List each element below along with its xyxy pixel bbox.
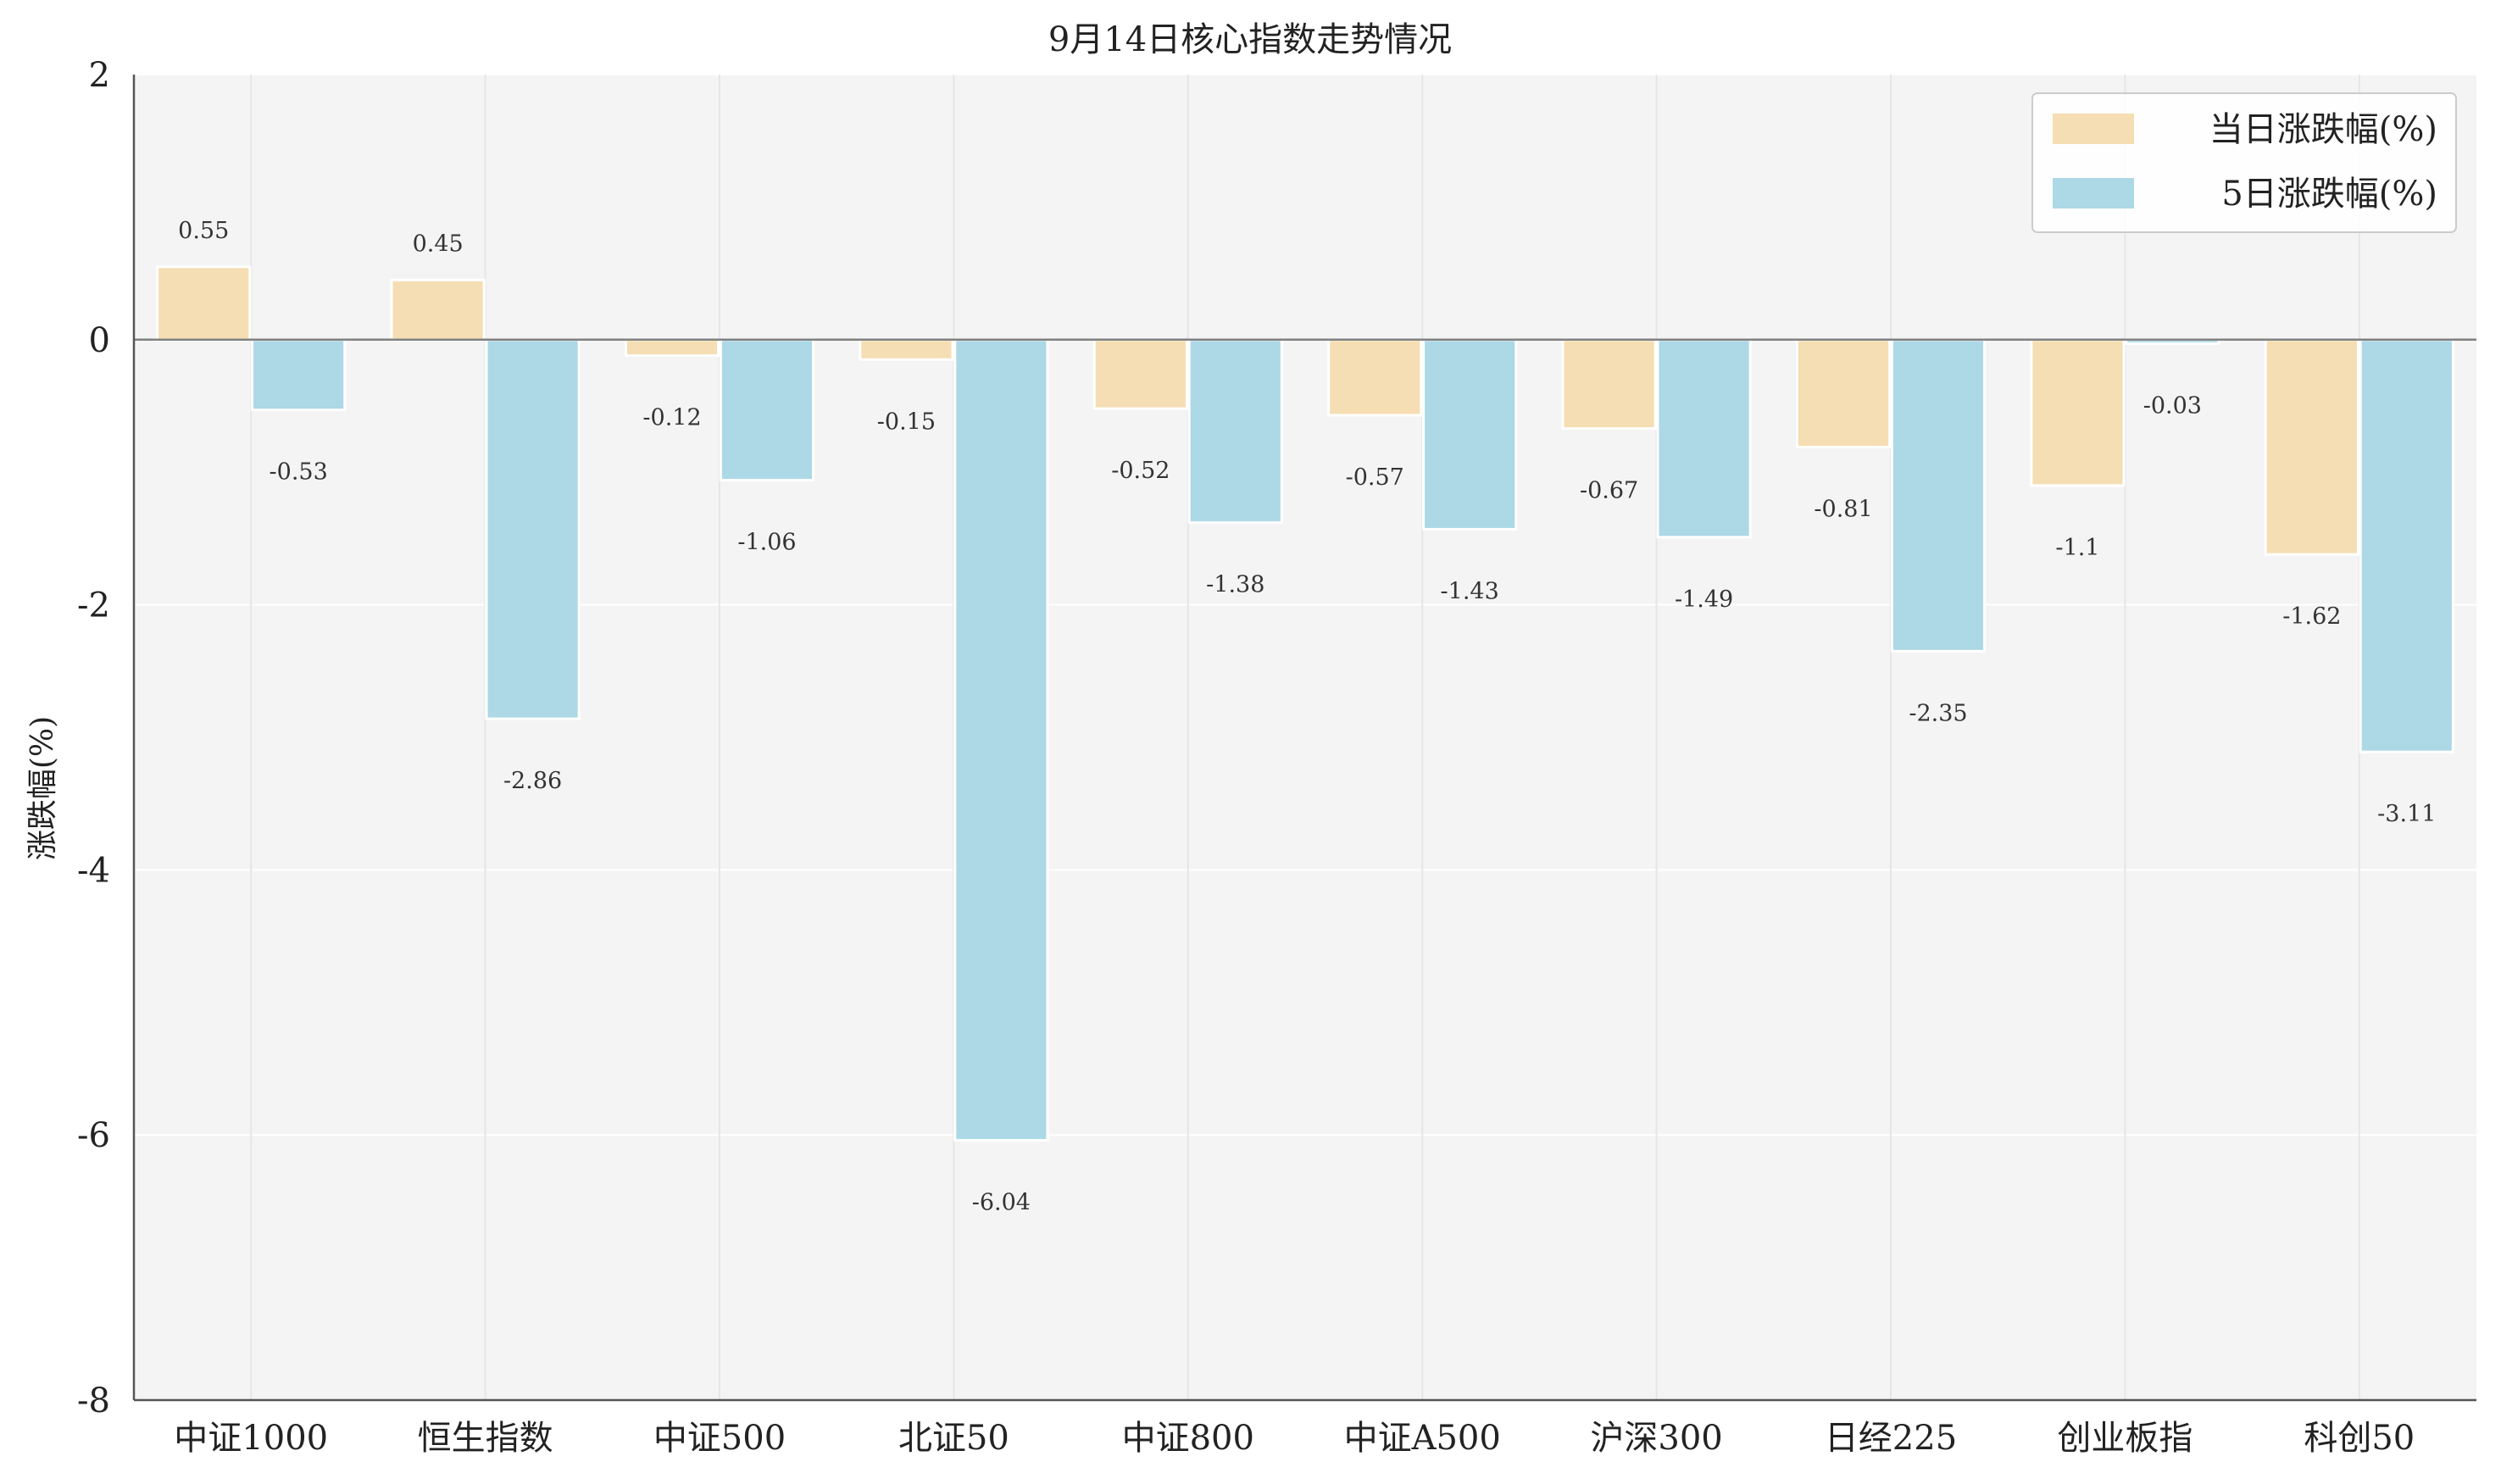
data-label: -1.62 (2282, 603, 2341, 630)
bar-daily (2264, 338, 2359, 556)
y-axis-label: 涨跌幅(%) (25, 716, 60, 860)
bar-five-day (1890, 338, 1987, 653)
bar-daily (1092, 338, 1188, 410)
bar-five-day (1187, 338, 1283, 525)
data-label: -0.03 (2143, 392, 2202, 419)
legend-label: 5日涨跌幅(%) (2221, 175, 2437, 214)
data-label: -0.81 (1814, 496, 1872, 522)
x-tick-label: 中证800 (1122, 1419, 1254, 1458)
x-tick-label: 恒生指数 (418, 1419, 553, 1458)
data-label: -0.57 (1346, 464, 1404, 491)
legend-label: 当日涨跌幅(%) (2209, 110, 2437, 149)
bar-daily (624, 338, 720, 358)
data-label: -0.15 (877, 409, 936, 435)
x-tick-label: 科创50 (2304, 1419, 2415, 1458)
y-tick-label: -2 (77, 586, 110, 625)
bar-five-day (485, 338, 581, 720)
bar-daily (2030, 338, 2126, 487)
x-tick-label: 中证A500 (1344, 1419, 1501, 1458)
x-tick-label: 北证50 (898, 1419, 1009, 1458)
x-tick-label: 沪深300 (1590, 1419, 1722, 1458)
legend-swatch (2053, 178, 2134, 208)
data-label: -1.06 (737, 530, 796, 556)
bar-daily (1327, 338, 1423, 417)
bar-five-day (251, 338, 347, 412)
bar-five-day (719, 338, 815, 482)
chart-container: 9月14日核心指数走势情况 涨跌幅(%) 0.55 0.45 -0.12 -0.15 -… (0, 0, 2501, 1484)
data-label: -0.52 (1111, 458, 1170, 484)
bar-daily (1561, 338, 1657, 431)
bar-daily (1795, 338, 1892, 448)
plot-area: 0.55 0.45 -0.12 -0.15 -0.52 -0.57 -0.67 -0.81 -1… (77, 56, 2476, 1458)
bar-five-day (1422, 338, 1518, 531)
y-tick-label: 0 (89, 321, 110, 360)
bar-daily (390, 278, 486, 342)
bar-daily (156, 265, 252, 342)
y-tick-label: -6 (77, 1116, 110, 1155)
legend-swatch (2053, 114, 2134, 144)
data-label: 0.45 (413, 231, 464, 257)
data-label: -0.12 (642, 405, 701, 431)
data-label: -1.38 (1206, 572, 1264, 598)
data-label: -2.86 (503, 768, 562, 794)
data-label: -6.04 (972, 1189, 1031, 1215)
bar-five-day (1656, 338, 1752, 539)
x-tick-label: 中证1000 (174, 1419, 328, 1458)
bar-chart: 9月14日核心指数走势情况 涨跌幅(%) 0.55 0.45 -0.12 -0.15 -… (25, 20, 2476, 1458)
data-label: -2.35 (1909, 700, 1967, 726)
data-label: -3.11 (2377, 801, 2436, 827)
data-label: -1.43 (1441, 578, 1499, 604)
x-tick-label: 日经225 (1825, 1419, 1957, 1458)
data-label: -0.53 (270, 459, 328, 486)
y-tick-label: 2 (89, 56, 110, 95)
bar-daily (859, 338, 954, 361)
bar-five-day (953, 338, 1049, 1142)
chart-title: 9月14日核心指数走势情况 (1048, 20, 1452, 59)
y-tick-label: -8 (77, 1381, 110, 1420)
data-label: -0.67 (1580, 478, 1638, 504)
x-tick-label: 中证500 (653, 1419, 786, 1458)
data-label: -1.49 (1675, 586, 1733, 613)
data-label: -1.1 (2055, 535, 2099, 561)
y-tick-label: -4 (77, 851, 110, 890)
bar-five-day (2359, 338, 2454, 753)
x-tick-label: 创业板指 (2057, 1419, 2193, 1458)
data-label: 0.55 (178, 218, 229, 244)
